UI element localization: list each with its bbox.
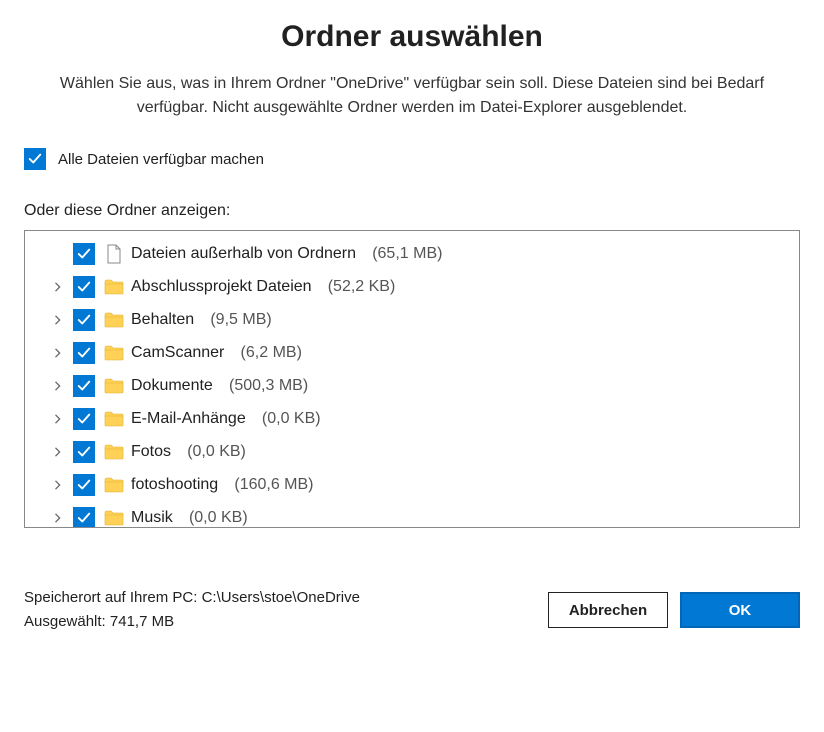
item-checkbox[interactable] xyxy=(73,507,95,528)
item-checkbox[interactable] xyxy=(73,342,95,364)
dialog-title: Ordner auswählen xyxy=(24,20,800,54)
chevron-right-icon xyxy=(51,247,65,261)
tree-item[interactable]: Abschlussprojekt Dateien (52,2 KB) xyxy=(25,270,799,303)
chevron-right-icon[interactable] xyxy=(51,280,65,294)
item-size: (160,6 MB) xyxy=(234,476,313,494)
item-size: (6,2 MB) xyxy=(241,344,302,362)
folder-icon xyxy=(103,474,125,496)
item-size: (65,1 MB) xyxy=(372,245,442,263)
chevron-right-icon[interactable] xyxy=(51,379,65,393)
chevron-right-icon[interactable] xyxy=(51,412,65,426)
footer-info: Speicherort auf Ihrem PC: C:\Users\stoe\… xyxy=(24,586,360,634)
item-name: Dateien außerhalb von Ordnern xyxy=(131,245,356,263)
tree-item[interactable]: Dateien außerhalb von Ordnern (65,1 MB) xyxy=(25,237,799,270)
file-icon xyxy=(103,243,125,265)
storage-location: Speicherort auf Ihrem PC: C:\Users\stoe\… xyxy=(24,586,360,610)
folder-icon xyxy=(103,309,125,331)
item-size: (0,0 KB) xyxy=(262,410,321,428)
item-checkbox[interactable] xyxy=(73,375,95,397)
check-icon xyxy=(28,152,42,166)
item-name: Behalten xyxy=(131,311,194,329)
item-name: fotoshooting xyxy=(131,476,218,494)
cancel-button[interactable]: Abbrechen xyxy=(548,592,668,628)
folder-icon xyxy=(103,408,125,430)
section-label: Oder diese Ordner anzeigen: xyxy=(24,202,800,220)
item-name: Musik xyxy=(131,509,173,527)
tree-item[interactable]: Musik (0,0 KB) xyxy=(25,501,799,527)
chevron-right-icon[interactable] xyxy=(51,445,65,459)
ok-button[interactable]: OK xyxy=(680,592,800,628)
tree-item[interactable]: Fotos (0,0 KB) xyxy=(25,435,799,468)
item-name: E-Mail-Anhänge xyxy=(131,410,246,428)
item-checkbox[interactable] xyxy=(73,441,95,463)
tree-item[interactable]: Dokumente (500,3 MB) xyxy=(25,369,799,402)
item-checkbox[interactable] xyxy=(73,309,95,331)
all-files-row: Alle Dateien verfügbar machen xyxy=(24,148,800,170)
selected-size: Ausgewählt: 741,7 MB xyxy=(24,610,360,634)
item-size: (52,2 KB) xyxy=(328,278,396,296)
item-size: (9,5 MB) xyxy=(210,311,271,329)
item-size: (500,3 MB) xyxy=(229,377,308,395)
folder-icon xyxy=(103,507,125,528)
item-checkbox[interactable] xyxy=(73,243,95,265)
item-checkbox[interactable] xyxy=(73,408,95,430)
folder-icon xyxy=(103,441,125,463)
folder-tree: Dateien außerhalb von Ordnern (65,1 MB)A… xyxy=(24,230,800,528)
tree-item[interactable]: CamScanner (6,2 MB) xyxy=(25,336,799,369)
chevron-right-icon[interactable] xyxy=(51,313,65,327)
folder-icon xyxy=(103,342,125,364)
item-name: Dokumente xyxy=(131,377,213,395)
item-name: Fotos xyxy=(131,443,171,461)
all-files-checkbox[interactable] xyxy=(24,148,46,170)
chevron-right-icon[interactable] xyxy=(51,478,65,492)
item-checkbox[interactable] xyxy=(73,474,95,496)
chevron-right-icon[interactable] xyxy=(51,346,65,360)
folder-tree-scroll[interactable]: Dateien außerhalb von Ordnern (65,1 MB)A… xyxy=(25,231,799,527)
item-name: CamScanner xyxy=(131,344,224,362)
dialog-subtitle: Wählen Sie aus, was in Ihrem Ordner "One… xyxy=(24,72,800,120)
item-checkbox[interactable] xyxy=(73,276,95,298)
chevron-right-icon[interactable] xyxy=(51,511,65,525)
item-name: Abschlussprojekt Dateien xyxy=(131,278,312,296)
item-size: (0,0 KB) xyxy=(189,509,248,527)
tree-item[interactable]: Behalten (9,5 MB) xyxy=(25,303,799,336)
tree-item[interactable]: fotoshooting (160,6 MB) xyxy=(25,468,799,501)
all-files-label: Alle Dateien verfügbar machen xyxy=(58,151,264,168)
folder-icon xyxy=(103,375,125,397)
tree-item[interactable]: E-Mail-Anhänge (0,0 KB) xyxy=(25,402,799,435)
item-size: (0,0 KB) xyxy=(187,443,246,461)
folder-icon xyxy=(103,276,125,298)
